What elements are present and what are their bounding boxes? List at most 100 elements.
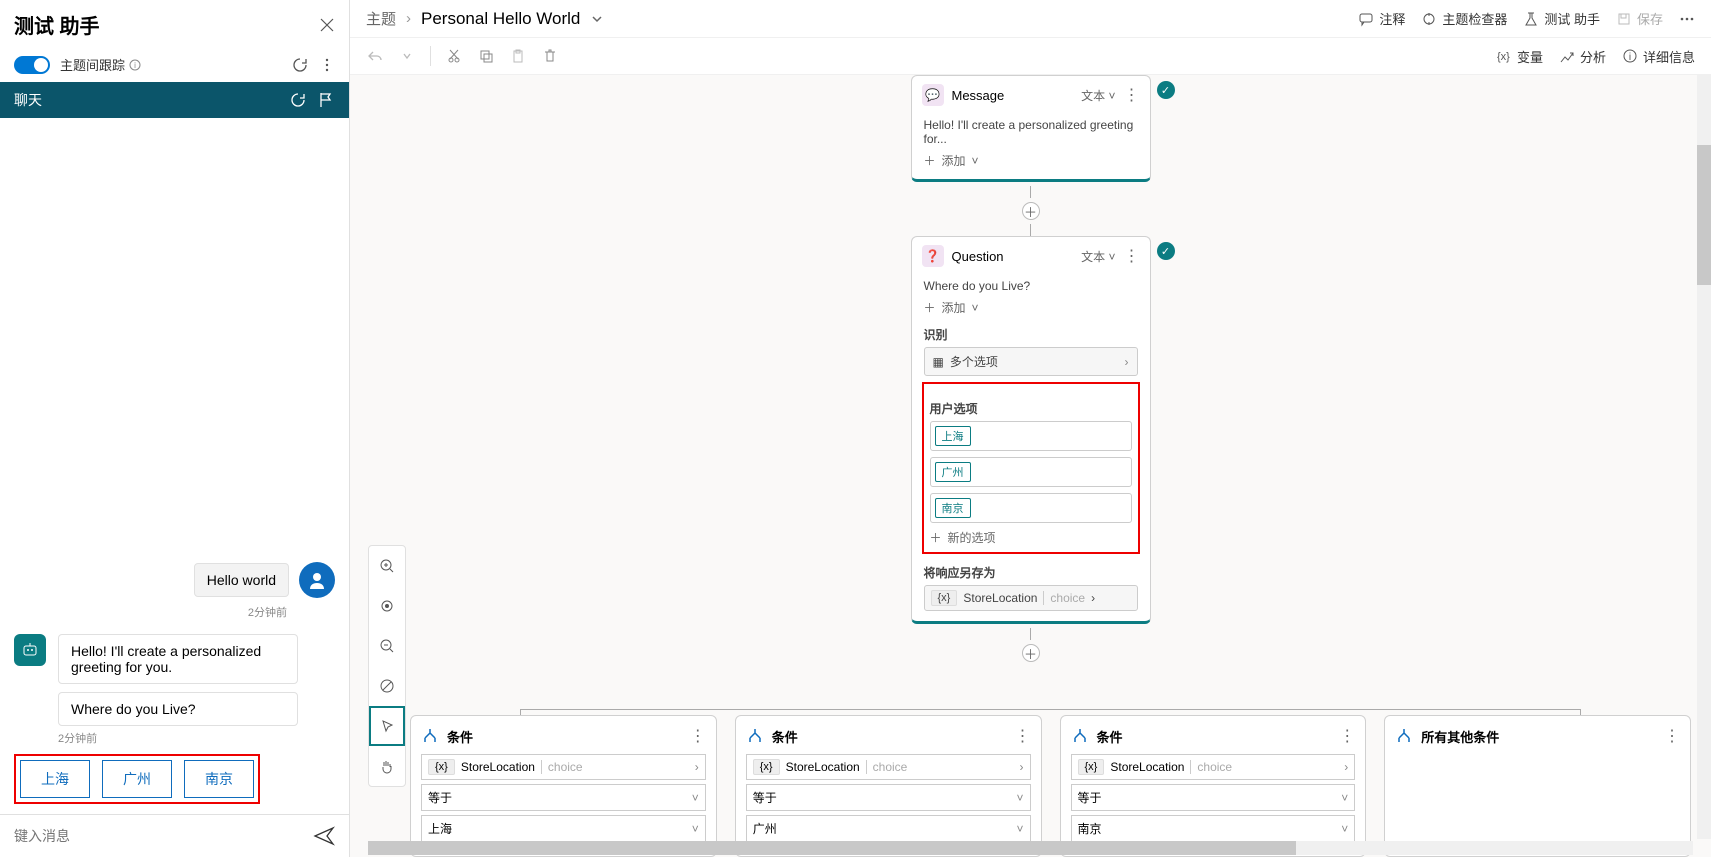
branch-connector xyxy=(520,709,1581,710)
condition-value[interactable]: 上海˅ xyxy=(421,815,706,842)
branch-icon xyxy=(1395,727,1413,745)
send-icon[interactable] xyxy=(313,825,335,847)
undo-icon[interactable] xyxy=(366,47,384,65)
save-button[interactable]: 保存 xyxy=(1616,9,1663,28)
condition-node-other[interactable]: 所有其他条件⋮ xyxy=(1384,715,1691,857)
choice-button-0[interactable]: 上海 xyxy=(20,760,90,798)
condition-value[interactable]: 南京˅ xyxy=(1071,815,1356,842)
delete-icon[interactable] xyxy=(541,47,559,65)
condition-operator[interactable]: 等于˅ xyxy=(421,784,706,811)
option-input-0[interactable]: 上海 xyxy=(930,421,1132,451)
copy-icon[interactable] xyxy=(477,47,495,65)
fit-icon[interactable] xyxy=(369,586,405,626)
svg-text:i: i xyxy=(134,61,136,70)
add-node-button-1[interactable]: ＋ xyxy=(1022,202,1040,220)
minimap-icon[interactable] xyxy=(369,666,405,706)
toolbar: {x}变量 分析 i详细信息 xyxy=(350,38,1711,75)
message-node-type[interactable]: 文本 ˅ xyxy=(1081,87,1115,104)
option-input-2[interactable]: 南京 xyxy=(930,493,1132,523)
horizontal-scrollbar[interactable] xyxy=(368,841,1693,855)
question-node-icon: ❓ xyxy=(922,245,944,267)
track-label: 主题间跟踪 i xyxy=(60,55,141,74)
condition-variable[interactable]: {x}StoreLocationchoice› xyxy=(421,754,706,780)
question-node-type[interactable]: 文本 ˅ xyxy=(1081,248,1115,265)
zoom-toolbar xyxy=(368,545,406,787)
more-header-icon[interactable] xyxy=(1679,11,1695,27)
condition-operator[interactable]: 等于˅ xyxy=(746,784,1031,811)
pan-icon[interactable] xyxy=(369,746,405,786)
branch-icon xyxy=(746,727,764,745)
message-node-more-icon[interactable]: ⋮ xyxy=(1124,85,1140,105)
identify-selector[interactable]: ▦ 多个选项 › xyxy=(924,347,1138,376)
branch-icon xyxy=(1071,727,1089,745)
breadcrumb-root[interactable]: 主题 xyxy=(366,8,396,29)
condition-value[interactable]: 广州˅ xyxy=(746,815,1031,842)
select-icon[interactable] xyxy=(369,706,405,746)
undo-dropdown-icon[interactable] xyxy=(398,47,416,65)
condition-node-2[interactable]: 条件⋮ {x}StoreLocationchoice› 等于˅ 南京˅ xyxy=(1060,715,1367,857)
paste-icon[interactable] xyxy=(509,47,527,65)
zoom-out-icon[interactable] xyxy=(369,626,405,666)
flag-icon[interactable] xyxy=(317,91,335,109)
test-panel-subheader: 主题间跟踪 i xyxy=(0,49,349,82)
more-icon[interactable]: ⋮ xyxy=(690,726,706,746)
message-node-body[interactable]: Hello! I'll create a personalized greeti… xyxy=(924,118,1138,146)
info-icon[interactable]: i xyxy=(129,59,141,71)
message-node[interactable]: 💬 Message 文本 ˅ ⋮ Hello! I'll create a pe… xyxy=(911,75,1151,182)
choice-buttons-highlight: 上海 广州 南京 xyxy=(14,754,260,804)
details-button[interactable]: i详细信息 xyxy=(1622,47,1695,66)
flow-column: 💬 Message 文本 ˅ ⋮ Hello! I'll create a pe… xyxy=(911,75,1151,666)
chat-input[interactable] xyxy=(14,828,313,844)
question-node-more-icon[interactable]: ⋮ xyxy=(1124,246,1140,266)
authoring-canvas[interactable]: 💬 Message 文本 ˅ ⋮ Hello! I'll create a pe… xyxy=(350,75,1711,857)
choice-button-2[interactable]: 南京 xyxy=(184,760,254,798)
choice-button-1[interactable]: 广州 xyxy=(102,760,172,798)
condition-node-1[interactable]: 条件⋮ {x}StoreLocationchoice› 等于˅ 广州˅ xyxy=(735,715,1042,857)
chat-input-bar xyxy=(0,814,349,857)
variable-selector[interactable]: {x} StoreLocation choice › xyxy=(924,585,1138,611)
option-input-1[interactable]: 广州 xyxy=(930,457,1132,487)
add-node-button-2[interactable]: ＋ xyxy=(1022,644,1040,662)
topic-checker-button[interactable]: 主题检查器 xyxy=(1421,9,1507,28)
bot-avatar xyxy=(14,634,46,666)
more-icon[interactable]: ⋮ xyxy=(1339,726,1355,746)
comment-button[interactable]: 注释 xyxy=(1358,9,1405,28)
cut-icon[interactable] xyxy=(445,47,463,65)
refresh-icon[interactable] xyxy=(291,56,309,74)
chevron-down-icon[interactable] xyxy=(590,12,604,26)
condition-operator[interactable]: 等于˅ xyxy=(1071,784,1356,811)
main-area: 主题 › Personal Hello World 注释 主题检查器 测试 助手… xyxy=(350,0,1711,857)
more-icon[interactable] xyxy=(319,57,335,73)
restart-icon[interactable] xyxy=(289,91,307,109)
breadcrumb-current[interactable]: Personal Hello World xyxy=(421,9,580,29)
condition-node-0[interactable]: 条件⋮ {x}StoreLocationchoice› 等于˅ 上海˅ xyxy=(410,715,717,857)
close-icon[interactable] xyxy=(319,17,335,33)
chevron-right-icon: › xyxy=(1091,591,1095,605)
grid-icon: ▦ xyxy=(933,355,944,369)
svg-text:i: i xyxy=(1629,52,1631,63)
question-node[interactable]: ❓ Question 文本 ˅ ⋮ Where do you Live? ＋ 添… xyxy=(911,236,1151,624)
condition-variable[interactable]: {x}StoreLocationchoice› xyxy=(746,754,1031,780)
breadcrumb: 主题 › Personal Hello World 注释 主题检查器 测试 助手… xyxy=(350,0,1711,38)
question-add-button[interactable]: ＋ 添加 ˅ xyxy=(924,299,1138,316)
zoom-in-icon[interactable] xyxy=(369,546,405,586)
user-options-highlight: 用户选项 上海 广州 南京 ＋ 新的选项 xyxy=(922,382,1140,554)
identify-label: 识别 xyxy=(924,326,1138,343)
question-status-icon: ✓ xyxy=(1157,242,1175,260)
question-node-body[interactable]: Where do you Live? xyxy=(924,279,1138,293)
tab-chat[interactable]: 聊天 xyxy=(14,90,42,110)
user-message-time: 2分钟前 xyxy=(14,604,287,620)
new-option-button[interactable]: ＋ 新的选项 xyxy=(930,529,1132,546)
test-assistant-button[interactable]: 测试 助手 xyxy=(1523,9,1600,28)
bot-message-time: 2分钟前 xyxy=(58,730,335,746)
vertical-scrollbar[interactable] xyxy=(1697,75,1711,839)
message-add-button[interactable]: ＋ 添加 ˅ xyxy=(924,152,1138,169)
question-node-title: Question xyxy=(952,249,1074,264)
more-icon[interactable]: ⋮ xyxy=(1015,726,1031,746)
track-toggle[interactable] xyxy=(14,56,50,74)
condition-variable[interactable]: {x}StoreLocationchoice› xyxy=(1071,754,1356,780)
analyze-button[interactable]: 分析 xyxy=(1559,47,1606,66)
variables-button[interactable]: {x}变量 xyxy=(1496,47,1543,66)
save-as-label: 将响应另存为 xyxy=(924,564,1138,581)
more-icon[interactable]: ⋮ xyxy=(1664,726,1680,746)
